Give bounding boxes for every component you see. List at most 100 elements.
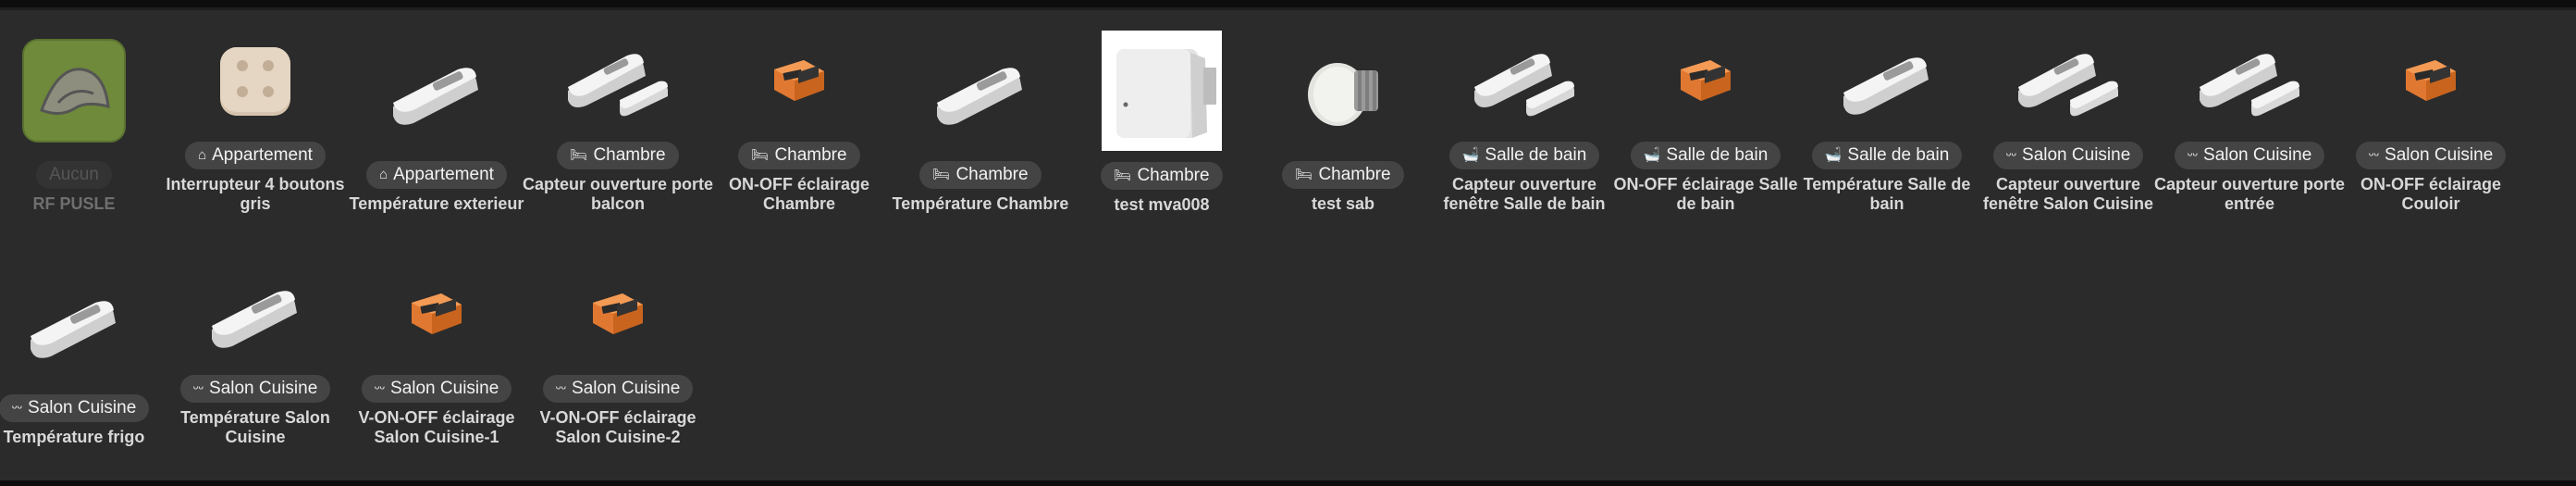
room-badge: 🛁 Salle de bain — [1630, 142, 1781, 169]
temperature-sensor-icon — [1827, 31, 1947, 131]
sofa-icon: ᵕᵕ — [374, 380, 386, 396]
device-card[interactable]: 🛁 Salle de bain Température Salle de bain — [1796, 10, 1978, 214]
room-label: Salon Cuisine — [390, 379, 499, 398]
room-label: Chambre — [955, 165, 1029, 184]
device-name: ON-OFF éclairage Salle de bain — [1613, 175, 1798, 213]
temperature-sensor-icon — [376, 31, 497, 150]
relay-module-icon — [739, 31, 859, 131]
temperature-sensor-icon — [14, 264, 134, 383]
room-badge: ᵕᵕ Salon Cuisine — [361, 375, 512, 403]
room-badge: ᵕᵕ Salon Cuisine — [2174, 142, 2325, 169]
device-name: test mva008 — [1114, 195, 1210, 214]
device-card[interactable]: ⌂ Appartement Température exterieur — [346, 10, 527, 214]
room-label: Chambre — [1137, 166, 1210, 185]
bed-icon: 🛏 — [1114, 168, 1132, 183]
relay-module-icon — [1645, 31, 1766, 131]
door-window-sensor-icon — [2008, 31, 2128, 131]
device-name: RF PUSLE — [32, 194, 116, 213]
top-bar — [0, 0, 2576, 7]
device-grid: Aucun RF PUSLE ⌂ Appartement Interrupteur 4 … — [0, 10, 2576, 480]
room-label: Salon Cuisine — [2385, 145, 2494, 165]
device-name: Température Salle de bain — [1803, 175, 1971, 213]
wall-switch-icon — [195, 31, 315, 131]
room-label: Aucun — [49, 165, 99, 184]
room-label: Salon Cuisine — [2203, 145, 2312, 165]
device-card[interactable]: ⌂ Appartement Interrupteur 4 boutons gris — [165, 10, 346, 214]
bathtub-icon: 🛁 — [1461, 147, 1480, 163]
room-label: Chambre — [1318, 165, 1391, 184]
room-badge: Aucun — [36, 161, 112, 189]
device-name: Capteur ouverture fenêtre Salle de bain — [1443, 175, 1606, 213]
relay-module-icon — [558, 264, 678, 364]
thermostat-head-box-icon — [1102, 31, 1222, 151]
device-name: V-ON-OFF éclairage Salon Cuisine-2 — [539, 408, 696, 446]
room-badge: 🛏 Chambre — [557, 142, 679, 169]
room-label: Salon Cuisine — [2022, 145, 2131, 165]
device-name: Température Chambre — [892, 194, 1069, 213]
device-name: Température exterieur — [349, 194, 524, 213]
room-badge: 🛏 Chambre — [1282, 161, 1404, 189]
room-badge: 🛁 Salle de bain — [1811, 142, 1963, 169]
device-card[interactable]: ᵕᵕ Salon Cuisine Température Salon Cuisine — [165, 243, 346, 447]
room-badge: ᵕᵕ Salon Cuisine — [0, 394, 150, 422]
device-card[interactable]: ᵕᵕ Salon Cuisine Capteur ouverture fenêtre… — [1978, 10, 2159, 214]
house-icon: ⌂ — [379, 167, 388, 182]
device-card[interactable]: 🛏 Chambre Température Chambre — [890, 10, 1071, 214]
bathtub-icon: 🛁 — [1643, 147, 1661, 163]
device-card[interactable]: ᵕᵕ Salon Cuisine Capteur ouverture porte e… — [2154, 10, 2345, 214]
bathtub-icon: 🛁 — [1824, 147, 1843, 163]
room-badge: 🛁 Salle de bain — [1448, 142, 1600, 169]
room-label: Salon Cuisine — [209, 379, 318, 398]
device-card[interactable]: ᵕᵕ Salon Cuisine ON-OFF éclairage Couloir — [2340, 10, 2521, 214]
sofa-icon: ᵕᵕ — [2368, 147, 2380, 163]
jeedom-plugin-icon — [14, 31, 134, 150]
room-badge: 🛏 Chambre — [919, 161, 1041, 189]
room-badge: ᵕᵕ Salon Cuisine — [1992, 142, 2144, 169]
sofa-icon: ᵕᵕ — [192, 380, 204, 396]
bed-icon: 🛏 — [1295, 167, 1313, 182]
device-name: Capteur ouverture porte balcon — [522, 175, 714, 213]
bed-icon: 🛏 — [751, 147, 770, 163]
device-card[interactable]: 🛏 Chambre test mva008 — [1071, 10, 1252, 214]
room-badge: ⌂ Appartement — [185, 142, 326, 169]
room-badge: 🛏 Chambre — [738, 142, 860, 169]
room-label: Salon Cuisine — [28, 398, 137, 417]
device-card[interactable]: 🛁 Salle de bain ON-OFF éclairage Salle de … — [1613, 10, 1798, 214]
sofa-icon: ᵕᵕ — [11, 400, 23, 416]
device-panel: Aucun RF PUSLE ⌂ Appartement Interrupteur 4 … — [0, 10, 2576, 480]
device-card[interactable]: Aucun RF PUSLE — [0, 10, 165, 214]
device-name: Interrupteur 4 boutons gris — [166, 175, 345, 213]
sofa-icon: ᵕᵕ — [2187, 147, 2199, 163]
radiator-valve-icon — [1283, 31, 1403, 150]
device-card[interactable]: 🛏 Chambre Capteur ouverture porte balcon — [523, 10, 713, 214]
device-name: ON-OFF éclairage Couloir — [2360, 175, 2502, 213]
bed-icon: 🛏 — [932, 167, 951, 182]
bed-icon: 🛏 — [570, 147, 588, 163]
door-window-sensor-icon — [2189, 31, 2310, 131]
relay-module-icon — [376, 264, 497, 364]
device-card[interactable]: ᵕᵕ Salon Cuisine Température frigo — [0, 243, 165, 447]
door-window-sensor-icon — [558, 31, 678, 131]
device-card[interactable]: ᵕᵕ Salon Cuisine V-ON-OFF éclairage Salon … — [527, 243, 709, 447]
device-name: ON-OFF éclairage Chambre — [728, 175, 870, 213]
device-card[interactable]: 🛏 Chambre ON-OFF éclairage Chambre — [709, 10, 890, 214]
room-label: Salle de bain — [1485, 145, 1587, 165]
device-name: V-ON-OFF éclairage Salon Cuisine-1 — [358, 408, 515, 446]
temperature-sensor-icon — [920, 31, 1041, 150]
device-card[interactable]: 🛁 Salle de bain Capteur ouverture fenêtre … — [1434, 10, 1615, 214]
room-label: Salle de bain — [1847, 145, 1950, 165]
room-label: Appartement — [212, 145, 313, 165]
house-icon: ⌂ — [198, 147, 207, 163]
sofa-icon: ᵕᵕ — [2005, 147, 2017, 163]
device-card[interactable]: ᵕᵕ Salon Cuisine V-ON-OFF éclairage Salon … — [346, 243, 527, 447]
device-name: Capteur ouverture fenêtre Salon Cuisine — [1982, 175, 2154, 213]
room-badge: ⌂ Appartement — [366, 161, 507, 189]
room-label: Appartement — [393, 165, 494, 184]
room-badge: ᵕᵕ Salon Cuisine — [542, 375, 694, 403]
bottom-bar — [0, 480, 2576, 486]
room-label: Chambre — [774, 145, 847, 165]
device-name: test sab — [1311, 194, 1375, 213]
device-name: Température Salon Cuisine — [180, 408, 330, 446]
device-card[interactable]: 🛏 Chambre test sab — [1252, 10, 1434, 214]
room-badge: 🛏 Chambre — [1101, 162, 1223, 190]
